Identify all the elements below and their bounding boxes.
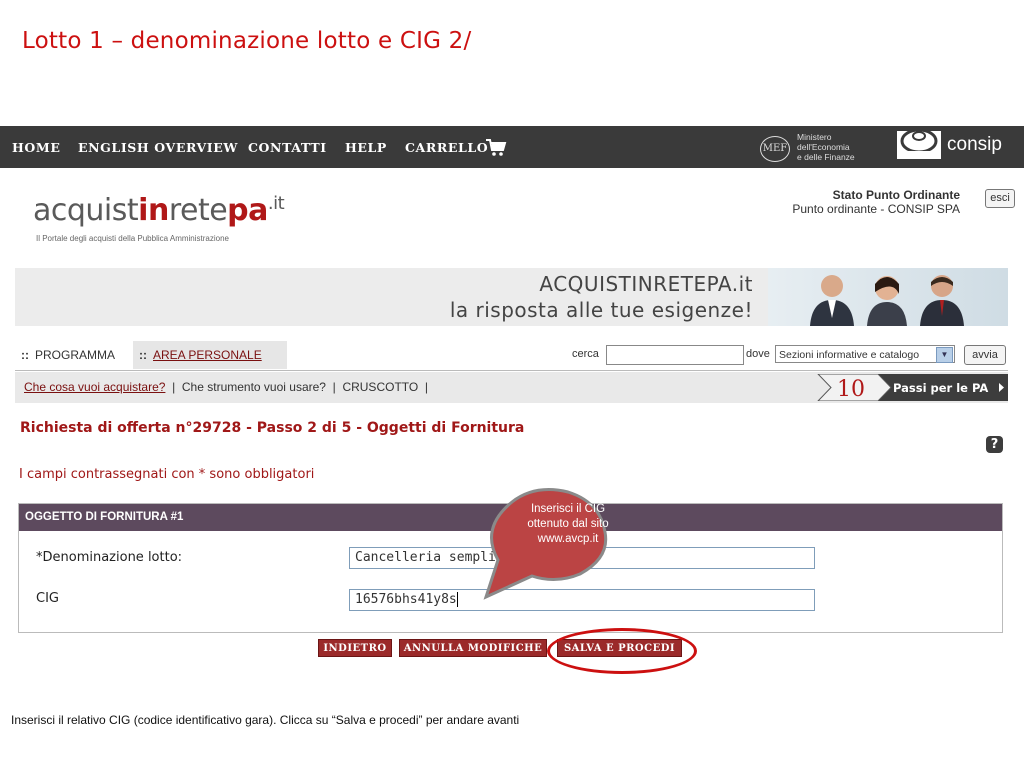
search-input[interactable] [606, 345, 744, 365]
banner-people-image [768, 268, 1008, 326]
logo-tagline: Il Portale degli acquisti della Pubblica… [36, 234, 229, 243]
help-icon[interactable]: ? [986, 436, 1003, 453]
callout-text: Inserisci il CIG ottenuto dal sito www.a… [527, 503, 609, 545]
passi-number: 10 [837, 377, 865, 401]
stato-value: Punto ordinante - CONSIP SPA [792, 202, 960, 216]
promo-banner: ACQUISTINRETEPA.it la risposta alle tue … [15, 268, 1008, 326]
mef-label: Ministero dell'Economia e delle Finanze [797, 132, 855, 162]
sub-menu: Che cosa vuoi acquistare? | Che strument… [15, 372, 1008, 403]
nav-home[interactable]: HOME [12, 140, 60, 155]
nav-help[interactable]: HELP [345, 140, 387, 155]
search-button[interactable]: avvia [964, 345, 1006, 365]
annulla-modifiche-button[interactable]: ANNULLA MODIFICHE [399, 639, 547, 657]
dieci-passi-banner[interactable]: 10 Passi per le PA [803, 374, 1008, 401]
search-scope-label: dove [746, 348, 770, 360]
user-status: Stato Punto Ordinante Punto ordinante - … [780, 188, 960, 216]
cig-label: CIG [36, 591, 59, 606]
nav-english-overview[interactable]: ENGLISH OVERVIEW [78, 140, 238, 155]
mef-logo: MEF [760, 136, 790, 162]
banner-tagline: la risposta alle tue esigenze! [449, 298, 753, 322]
chevron-down-icon[interactable]: ▼ [936, 347, 953, 363]
submenu-link-strumento[interactable]: Che strumento vuoi usare? [182, 380, 326, 394]
nav-carrello[interactable]: CARRELLO [405, 140, 488, 155]
highlight-ring [547, 628, 697, 674]
passi-label: Passi per le PA [893, 381, 988, 395]
required-fields-note: I campi contrassegnati con * sono obblig… [19, 467, 315, 482]
acquistinretepa-logo[interactable]: acquistinretepa.it [33, 193, 285, 228]
consip-logo-icon [897, 131, 941, 159]
indietro-button[interactable]: INDIETRO [318, 639, 392, 657]
submenu-link-cruscotto[interactable]: CRUSCOTTO [342, 380, 418, 394]
slide-title: Lotto 1 – denominazione lotto e CIG 2/ [22, 28, 472, 54]
tab-programma[interactable]: :: PROGRAMMA [15, 341, 139, 369]
cart-icon[interactable] [485, 138, 507, 158]
nav-contatti[interactable]: CONTATTI [248, 140, 327, 155]
slide-footnote: Inserisci il relativo CIG (codice identi… [11, 713, 520, 727]
tab-area-personale[interactable]: :: AREA PERSONALE [133, 341, 287, 369]
page-heading: Richiesta di offerta n°29728 - Passo 2 d… [20, 420, 525, 436]
search-label: cerca [572, 348, 599, 360]
consip-logo: consip [947, 134, 1002, 155]
top-navigation-bar: HOME ENGLISH OVERVIEW CONTATTI HELP CARR… [0, 126, 1024, 168]
submenu-link-acquistare[interactable]: Che cosa vuoi acquistare? [24, 380, 165, 394]
banner-headline: ACQUISTINRETEPA.it [539, 272, 753, 296]
stato-title: Stato Punto Ordinante [832, 188, 960, 202]
logout-button[interactable]: esci [985, 189, 1015, 208]
denominazione-label: *Denominazione lotto: [36, 550, 183, 565]
search-scope-select[interactable]: Sezioni informative e catalogo ▼ [775, 345, 955, 363]
callout-bubble [483, 488, 608, 600]
